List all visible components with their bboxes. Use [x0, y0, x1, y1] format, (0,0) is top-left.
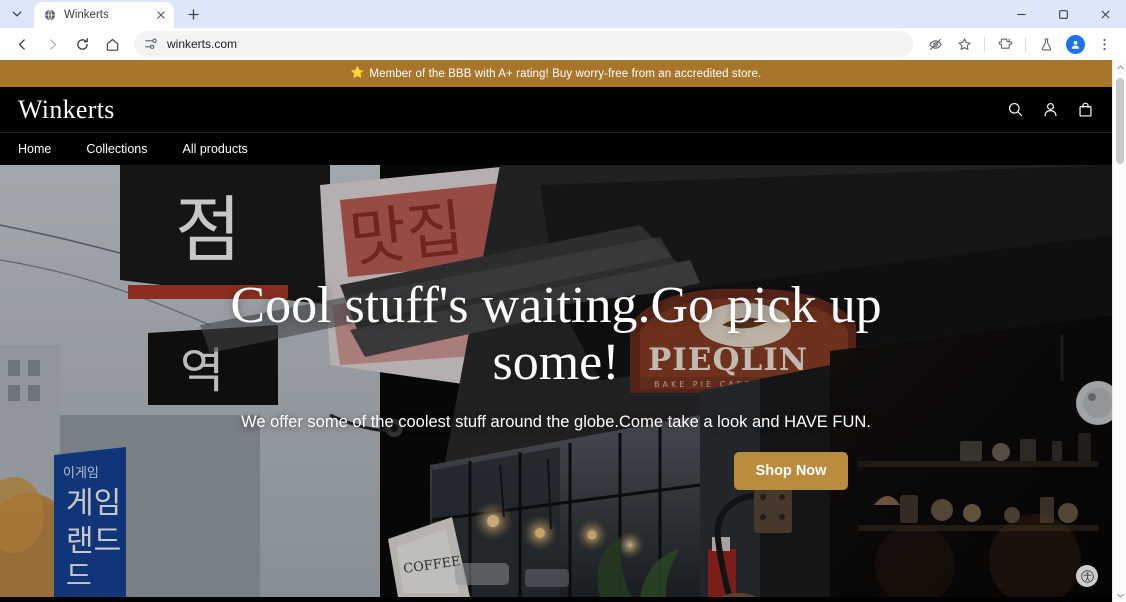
toolbar-divider-2: [1025, 36, 1026, 52]
hero-content: Cool stuff's waiting.Go pick up some! We…: [0, 165, 1112, 597]
maximize-icon: [1058, 9, 1068, 19]
toolbar-actions: [921, 30, 1118, 58]
address-bar-url: winkerts.com: [167, 37, 238, 51]
scroll-down-arrow-icon: [1116, 593, 1124, 598]
profile-button[interactable]: [1061, 30, 1089, 58]
window-close-button[interactable]: [1084, 0, 1126, 28]
header-actions: [1007, 101, 1094, 118]
hero-heading: Cool stuff's waiting.Go pick up some!: [230, 277, 882, 391]
hero-section: 점 역 이게임 게임 랜드 드 지하1층 맛집: [0, 165, 1112, 597]
nav-item-home[interactable]: Home: [18, 142, 51, 156]
magnifier-icon: [1008, 102, 1023, 117]
labs-button[interactable]: [1032, 30, 1060, 58]
browser-menu-button[interactable]: [1090, 30, 1118, 58]
flask-icon: [1041, 37, 1051, 50]
home-icon: [106, 38, 118, 51]
profile-avatar-icon: [1065, 34, 1085, 54]
forward-arrow-icon: [49, 38, 56, 50]
browser-toolbar: winkerts.com: [0, 28, 1126, 60]
search-icon[interactable]: [1007, 101, 1024, 118]
person-icon: [1044, 102, 1057, 117]
hero-subheading: We offer some of the coolest stuff aroun…: [241, 412, 871, 431]
forward-button[interactable]: [38, 30, 66, 58]
bookmark-button[interactable]: [950, 30, 978, 58]
nav-item-all-products[interactable]: All products: [182, 142, 247, 156]
address-bar[interactable]: winkerts.com: [134, 31, 913, 57]
announcement-text: Member of the BBB with A+ rating! Buy wo…: [369, 67, 762, 80]
extensions-puzzle-icon: [998, 38, 1012, 49]
scroll-up-arrow-icon: [1116, 64, 1124, 69]
cart-icon[interactable]: [1077, 101, 1094, 118]
person-icon: [1071, 40, 1079, 49]
tab-search-button[interactable]: [4, 1, 30, 27]
window-minimize-button[interactable]: [1000, 0, 1042, 28]
toolbar-divider: [984, 36, 985, 52]
plus-icon: [187, 8, 199, 20]
tab-close-button[interactable]: [154, 8, 168, 22]
globe-icon: [43, 8, 57, 22]
extensions-button[interactable]: [991, 30, 1019, 58]
reload-icon: [76, 37, 88, 50]
site-header: Winkerts: [0, 87, 1112, 132]
page-scrollbar[interactable]: [1112, 60, 1126, 602]
shop-now-button[interactable]: Shop Now: [733, 451, 849, 490]
back-arrow-icon: [18, 38, 25, 50]
scroll-down-button[interactable]: [1113, 588, 1126, 602]
new-tab-button[interactable]: [180, 1, 206, 27]
page-viewport: ⭐ Member of the BBB with A+ rating! Buy …: [0, 60, 1126, 602]
page-content: ⭐ Member of the BBB with A+ rating! Buy …: [0, 60, 1112, 602]
nav-item-collections[interactable]: Collections: [86, 142, 147, 156]
accessibility-icon: [1080, 569, 1094, 583]
close-icon: [1100, 9, 1110, 19]
star-icon: [957, 37, 971, 50]
minimize-icon: [1016, 13, 1026, 15]
site-logo[interactable]: Winkerts: [18, 95, 115, 125]
window-maximize-button[interactable]: [1042, 0, 1084, 28]
chevron-down-icon: [12, 11, 22, 17]
browser-tab[interactable]: Winkerts: [34, 2, 174, 28]
site-navigation: Home Collections All products: [0, 132, 1112, 165]
three-dot-menu-icon: [1102, 38, 1106, 50]
account-icon[interactable]: [1042, 101, 1059, 118]
back-button[interactable]: [8, 30, 36, 58]
shopping-bag-icon: [1079, 102, 1092, 117]
home-button[interactable]: [98, 30, 126, 58]
window-controls: [1000, 0, 1126, 28]
accessibility-widget-button[interactable]: [1076, 565, 1098, 587]
announcement-bar: ⭐ Member of the BBB with A+ rating! Buy …: [0, 60, 1112, 87]
site-settings-button[interactable]: [144, 37, 158, 51]
star-icon: ⭐: [350, 67, 365, 79]
scrollbar-thumb[interactable]: [1116, 78, 1124, 164]
tracking-protection-button[interactable]: [921, 30, 949, 58]
browser-window: Winkerts winkerts.com ⭐ Member of the BB…: [0, 0, 1126, 602]
reload-button[interactable]: [68, 30, 96, 58]
tab-strip: Winkerts: [0, 0, 1126, 28]
tune-icon: [145, 38, 157, 50]
eye-slash-icon: [928, 38, 942, 50]
scroll-up-button[interactable]: [1113, 60, 1126, 74]
close-icon: [157, 11, 165, 19]
tab-title: Winkerts: [64, 9, 109, 21]
